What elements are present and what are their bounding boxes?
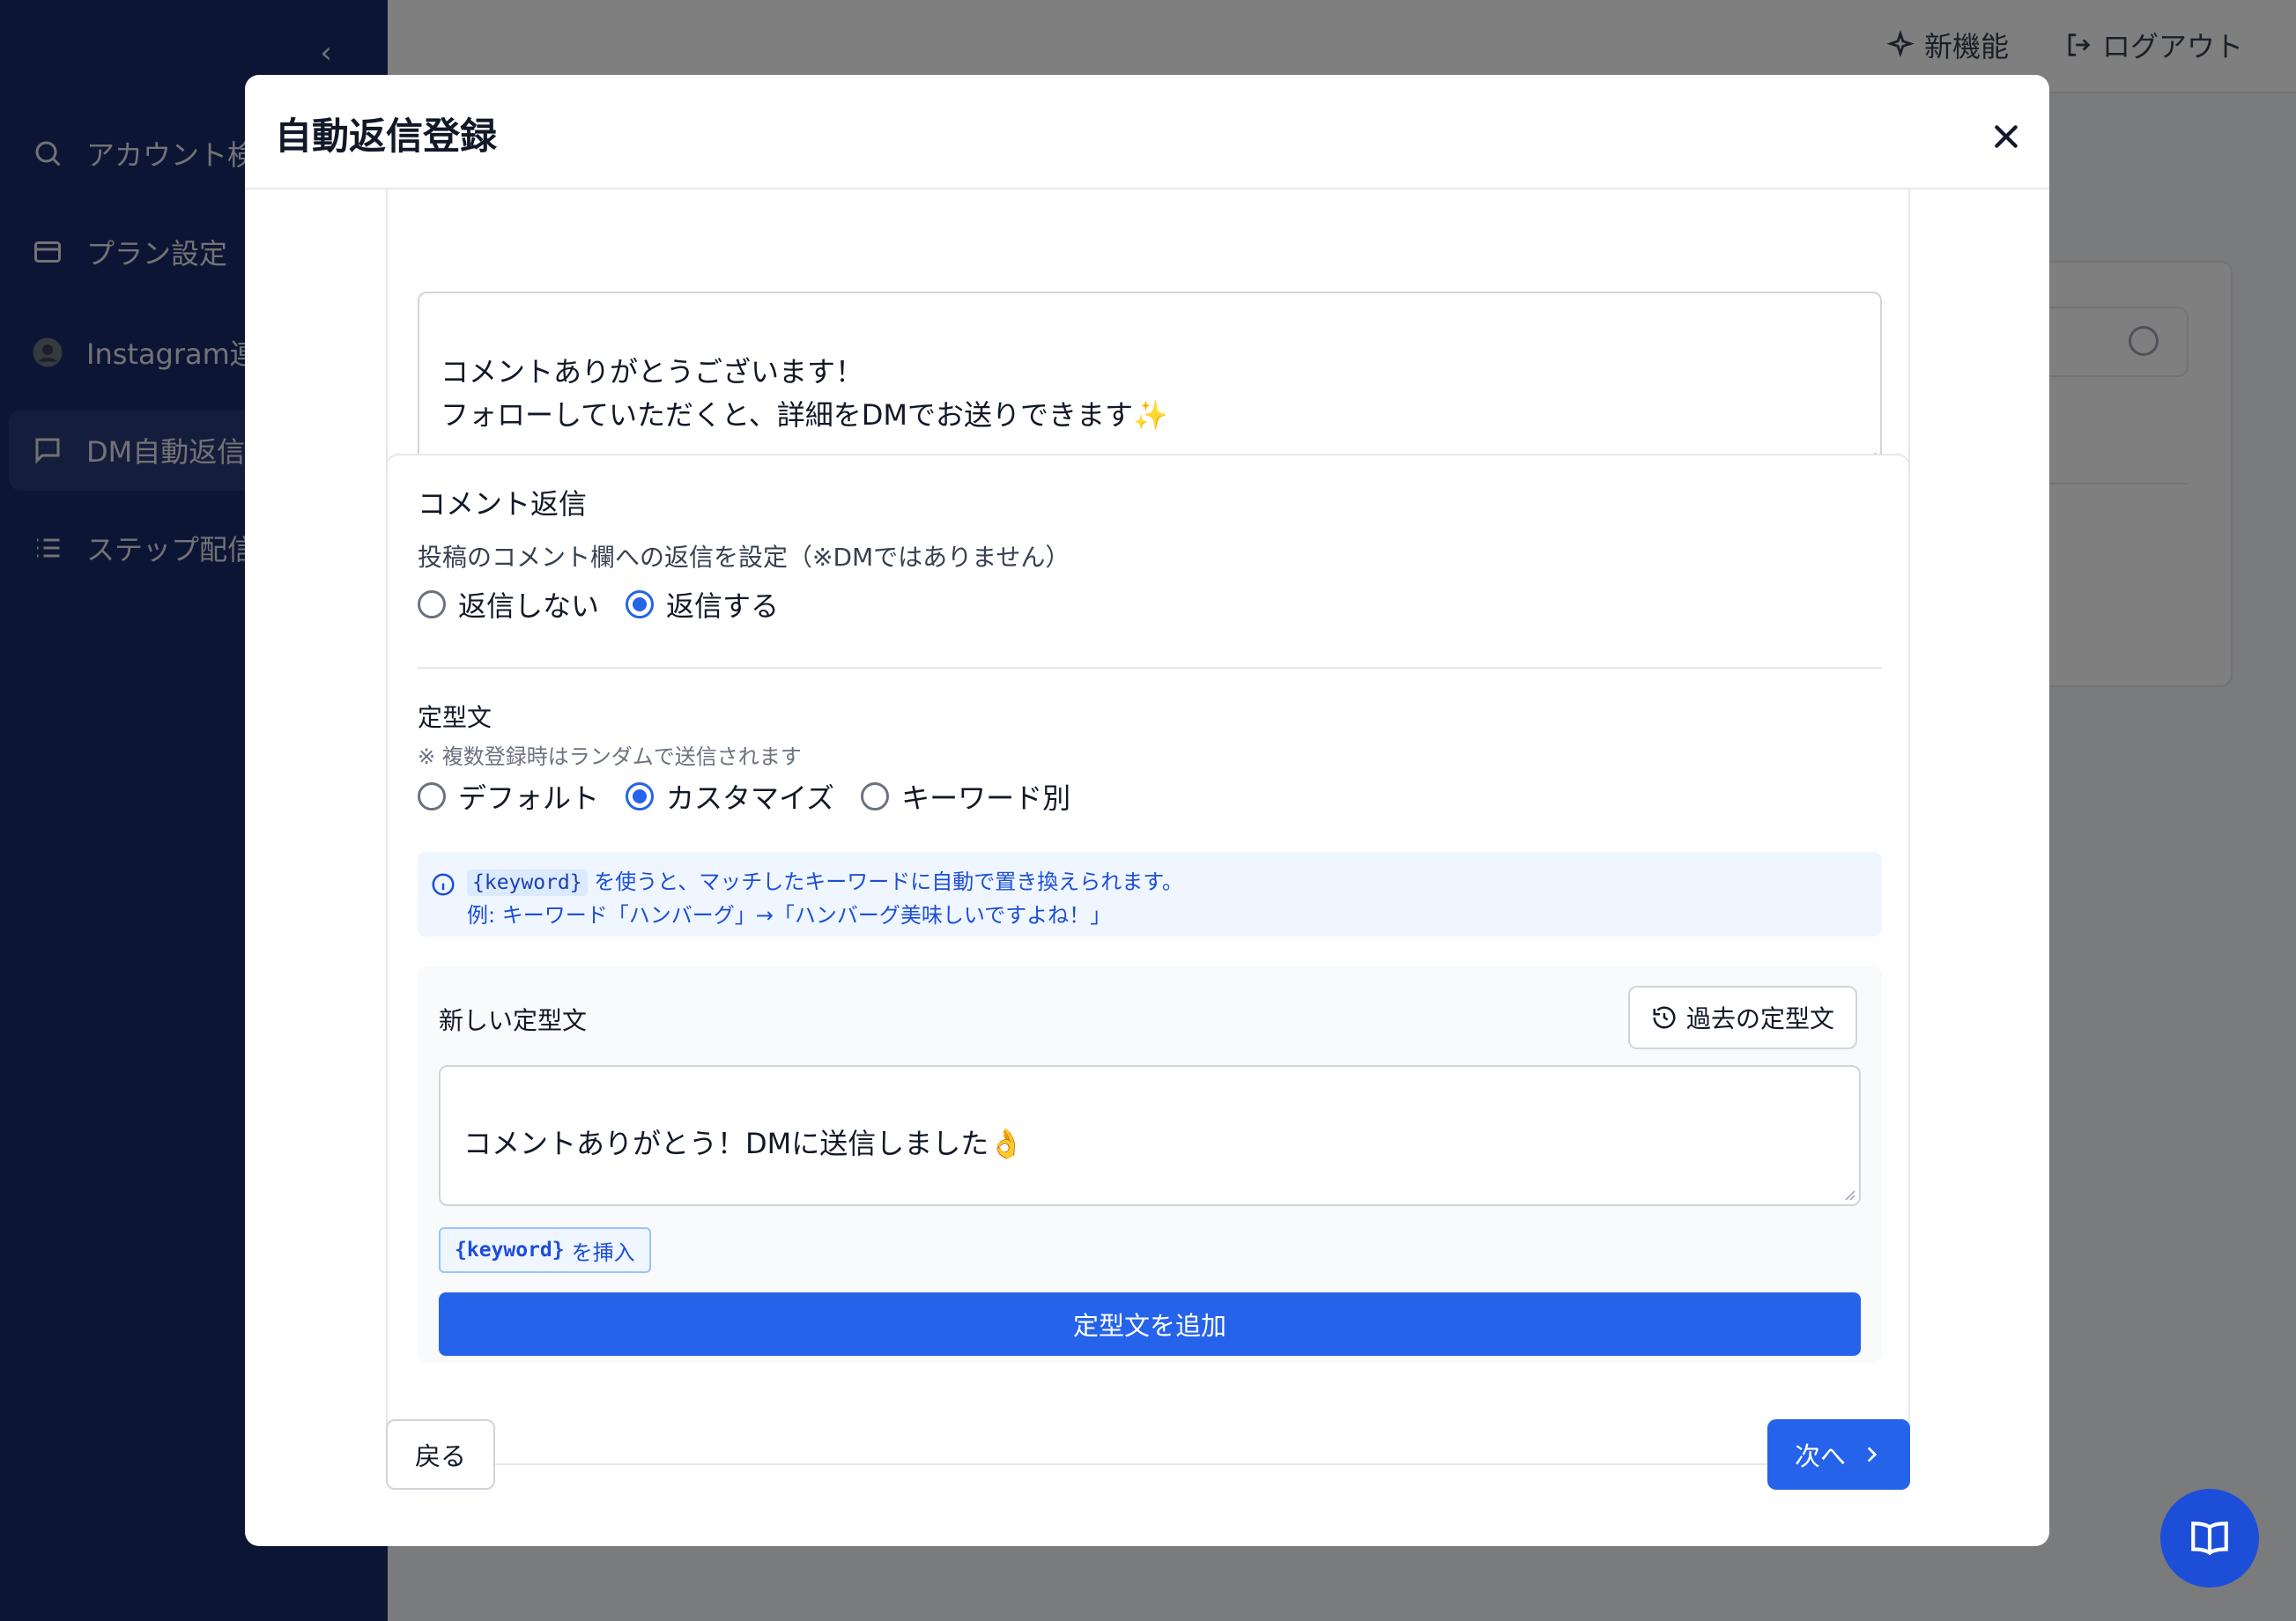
- new-template-text: コメントありがとう！DMに送信しました👌: [463, 1127, 1025, 1160]
- comment-reply-description: 投稿のコメント欄への返信を設定（※DMではありません）: [418, 543, 1070, 572]
- next-label: 次へ: [1794, 1441, 1846, 1471]
- new-template-textarea[interactable]: コメントありがとう！DMに送信しました👌: [439, 1065, 1861, 1206]
- auto-reply-modal: 自動返信登録 コメントありがとうございます！ フォローしていただくと、詳細をDM…: [245, 75, 2049, 1546]
- new-template-panel: 新しい定型文 過去の定型文 コメントありがとう！DMに送信しました👌 {keyw…: [418, 966, 1882, 1363]
- keyword-info-box: {keyword} を使うと、マッチしたキーワードに自動で置き換えられます。 例…: [418, 852, 1882, 936]
- past-templates-label: 過去の定型文: [1685, 1004, 1834, 1033]
- insert-keyword-label: を挿入: [571, 1240, 635, 1265]
- modal-title: 自動返信登録: [275, 115, 498, 158]
- radio-no-reply[interactable]: 返信しない: [418, 584, 599, 625]
- info-icon: [432, 873, 455, 896]
- info-line-2: 例: キーワード「ハンバーグ」→「ハンバーグ美味しいですよね！」: [467, 903, 1112, 928]
- book-icon: [2191, 1521, 2228, 1556]
- message-card: コメントありがとうございます！ フォローしていただくと、詳細をDMでお送りできま…: [386, 189, 1910, 498]
- close-button[interactable]: [1984, 115, 2028, 159]
- info-text: を使うと、マッチしたキーワードに自動で置き換えられます。: [594, 870, 1183, 894]
- radio-label: デフォルト: [458, 781, 600, 815]
- radio-default[interactable]: デフォルト: [418, 776, 599, 817]
- info-line-1: {keyword} を使うと、マッチしたキーワードに自動で置き換えられます。: [467, 864, 1183, 896]
- add-template-button[interactable]: 定型文を追加: [439, 1292, 1861, 1356]
- modal-header: 自動返信登録: [245, 75, 2049, 189]
- radio-by-keyword[interactable]: キーワード別: [861, 776, 1070, 817]
- chevron-right-icon: [1867, 1447, 1878, 1462]
- resize-grip-icon[interactable]: [1841, 1187, 1855, 1201]
- radio-circle[interactable]: [418, 590, 446, 618]
- comment-reply-radio-group: 返信しない 返信する: [418, 584, 805, 625]
- template-title: 定型文: [418, 703, 493, 732]
- back-button[interactable]: 戻る: [386, 1419, 495, 1490]
- radio-circle[interactable]: [861, 782, 890, 810]
- comment-reply-card: コメント返信 投稿のコメント欄への返信を設定（※DMではありません） 返信しない…: [386, 454, 1910, 1465]
- past-templates-button[interactable]: 過去の定型文: [1628, 986, 1857, 1049]
- history-icon: [1653, 1006, 1676, 1029]
- radio-circle[interactable]: [626, 782, 655, 810]
- radio-circle[interactable]: [626, 590, 655, 618]
- message-textarea[interactable]: コメントありがとうございます！ フォローしていただくと、詳細をDMでお送りできま…: [418, 292, 1882, 468]
- radio-reply[interactable]: 返信する: [626, 584, 779, 625]
- radio-circle[interactable]: [418, 782, 446, 810]
- next-button[interactable]: 次へ: [1767, 1419, 1910, 1490]
- template-note: ※ 複数登録時はランダムで送信されます: [418, 744, 802, 769]
- close-icon: [1995, 125, 2018, 148]
- new-template-label: 新しい定型文: [439, 1006, 588, 1035]
- insert-keyword-code: {keyword}: [455, 1239, 565, 1262]
- radio-customize[interactable]: カスタマイズ: [626, 776, 834, 817]
- radio-label: カスタマイズ: [666, 781, 835, 815]
- radio-label: 返信しない: [458, 589, 600, 623]
- help-guide-button[interactable]: [2160, 1489, 2259, 1588]
- keyword-code: {keyword}: [467, 870, 588, 896]
- template-radio-group: デフォルト カスタマイズ キーワード別: [418, 776, 1097, 817]
- message-text: コメントありがとうございます！ フォローしていただくと、詳細をDMでお送りできま…: [441, 355, 1168, 432]
- comment-reply-title: コメント返信: [418, 487, 588, 521]
- divider: [418, 667, 1882, 669]
- radio-label: キーワード別: [901, 781, 1071, 815]
- insert-keyword-button[interactable]: {keyword} を挿入: [439, 1227, 651, 1273]
- radio-label: 返信する: [666, 589, 780, 623]
